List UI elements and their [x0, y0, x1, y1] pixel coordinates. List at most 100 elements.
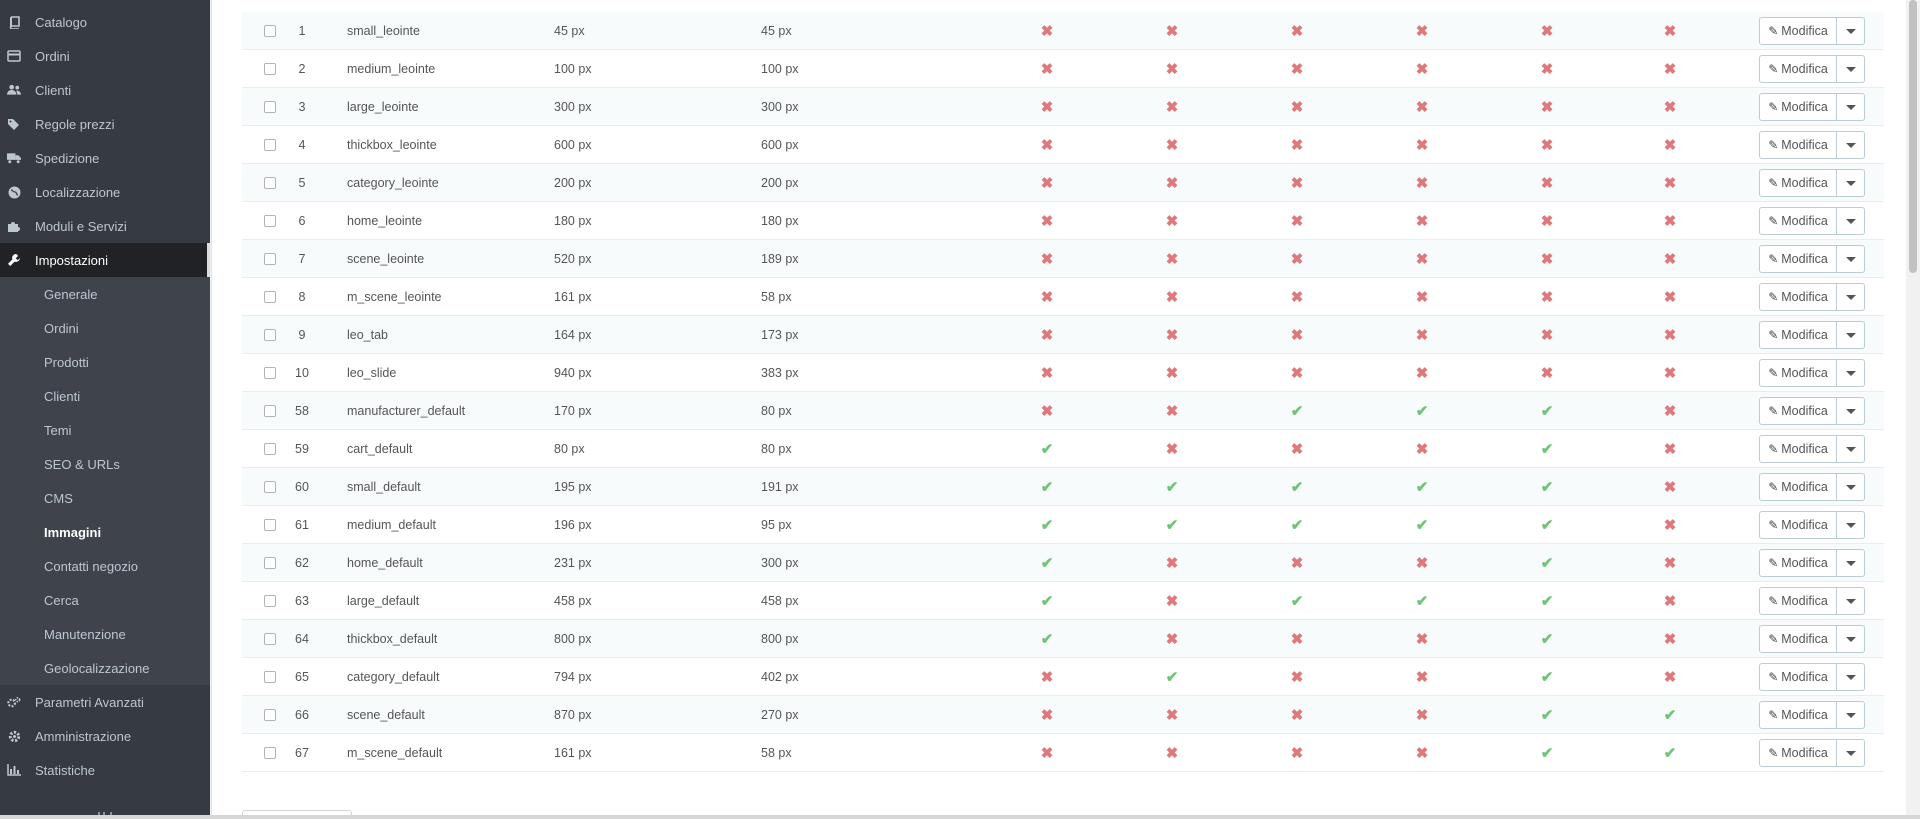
- row-checkbox[interactable]: [264, 215, 276, 227]
- submenu-item-immagini[interactable]: Immagini: [44, 515, 101, 549]
- actions-dropdown-toggle[interactable]: [1837, 245, 1865, 273]
- sidebar-item-regole-prezzi[interactable]: Regole prezzi: [0, 107, 210, 141]
- row-checkbox[interactable]: [264, 253, 276, 265]
- sidebar-item-label: Clienti: [35, 82, 72, 98]
- row-checkbox[interactable]: [264, 291, 276, 303]
- sidebar-item-label: Moduli e Servizi: [35, 218, 127, 234]
- actions-dropdown-toggle[interactable]: [1837, 397, 1865, 425]
- flag-scenes-check-icon: ✔: [1540, 745, 1554, 762]
- row-checkbox[interactable]: [264, 101, 276, 113]
- actions-dropdown-toggle[interactable]: [1837, 435, 1865, 463]
- edit-button[interactable]: ✎ Modifica: [1759, 283, 1837, 311]
- submenu-item-geolocalizzazione[interactable]: Geolocalizzazione: [44, 651, 150, 685]
- cell-id: 7: [298, 252, 306, 266]
- actions-dropdown-toggle[interactable]: [1837, 663, 1865, 691]
- sidebar-item-localizzazione[interactable]: Localizzazione: [0, 175, 210, 209]
- sidebar-item-ordini[interactable]: Ordini: [0, 39, 210, 73]
- edit-button[interactable]: ✎ Modifica: [1759, 245, 1837, 273]
- actions-dropdown-toggle[interactable]: [1837, 321, 1865, 349]
- cell-name: manufacturer_default: [347, 404, 466, 418]
- actions-dropdown-toggle[interactable]: [1837, 511, 1865, 539]
- edit-button[interactable]: ✎ Modifica: [1759, 663, 1837, 691]
- edit-button[interactable]: ✎ Modifica: [1759, 587, 1837, 615]
- actions-dropdown-toggle[interactable]: [1837, 701, 1865, 729]
- actions-dropdown-toggle[interactable]: [1837, 93, 1865, 121]
- actions-dropdown-toggle[interactable]: [1837, 17, 1865, 45]
- row-checkbox[interactable]: [264, 633, 276, 645]
- cell-width: 161 px: [554, 746, 592, 760]
- actions-dropdown-toggle[interactable]: [1837, 283, 1865, 311]
- submenu-item-generale[interactable]: Generale: [44, 277, 97, 311]
- actions-dropdown-toggle[interactable]: [1837, 359, 1865, 387]
- edit-button[interactable]: ✎ Modifica: [1759, 549, 1837, 577]
- horizontal-scrollbar[interactable]: [0, 815, 1920, 819]
- actions-dropdown-toggle[interactable]: [1837, 207, 1865, 235]
- row-checkbox[interactable]: [264, 671, 276, 683]
- row-checkbox[interactable]: [264, 63, 276, 75]
- row-checkbox[interactable]: [264, 443, 276, 455]
- edit-button[interactable]: ✎ Modifica: [1759, 359, 1837, 387]
- submenu-item-clienti[interactable]: Clienti: [44, 379, 80, 413]
- edit-button[interactable]: ✎ Modifica: [1759, 473, 1837, 501]
- edit-button[interactable]: ✎ Modifica: [1759, 169, 1837, 197]
- flag-categories-check-icon: ✔: [1165, 669, 1179, 686]
- edit-button[interactable]: ✎ Modifica: [1759, 511, 1837, 539]
- actions-dropdown-toggle[interactable]: [1837, 131, 1865, 159]
- edit-button[interactable]: ✎ Modifica: [1759, 131, 1837, 159]
- sidebar-item-clienti[interactable]: Clienti: [0, 73, 210, 107]
- submenu-item-ordini[interactable]: Ordini: [44, 311, 79, 345]
- edit-button[interactable]: ✎ Modifica: [1759, 625, 1837, 653]
- row-checkbox[interactable]: [264, 367, 276, 379]
- scrollbar[interactable]: [1906, 0, 1920, 815]
- actions-dropdown-toggle[interactable]: [1837, 587, 1865, 615]
- row-checkbox[interactable]: [264, 329, 276, 341]
- sidebar-item-amministrazione[interactable]: Amministrazione: [0, 719, 210, 753]
- row-checkbox[interactable]: [264, 519, 276, 531]
- sidebar-item-moduli[interactable]: Moduli e Servizi: [0, 209, 210, 243]
- edit-button[interactable]: ✎ Modifica: [1759, 435, 1837, 463]
- flag-manufacturers-cross-icon: ✖: [1290, 23, 1304, 40]
- actions-dropdown-toggle[interactable]: [1837, 473, 1865, 501]
- edit-button[interactable]: ✎ Modifica: [1759, 55, 1837, 83]
- actions-dropdown-toggle[interactable]: [1837, 549, 1865, 577]
- edit-button[interactable]: ✎ Modifica: [1759, 701, 1837, 729]
- row-checkbox[interactable]: [264, 25, 276, 37]
- actions-dropdown-toggle[interactable]: [1837, 55, 1865, 83]
- flag-categories-cross-icon: ✖: [1165, 441, 1179, 458]
- cell-id: 60: [295, 480, 309, 494]
- submenu-item-temi[interactable]: Temi: [44, 413, 71, 447]
- scrollbar-thumb[interactable]: [1909, 0, 1917, 273]
- row-checkbox[interactable]: [264, 747, 276, 759]
- edit-button[interactable]: ✎ Modifica: [1759, 321, 1837, 349]
- flag-stores-cross-icon: ✖: [1663, 137, 1677, 154]
- sidebar-item-catalogo[interactable]: Catalogo: [0, 5, 210, 39]
- sidebar-item-impostazioni[interactable]: Impostazioni: [0, 243, 210, 277]
- edit-button[interactable]: ✎ Modifica: [1759, 93, 1837, 121]
- actions-dropdown-toggle[interactable]: [1837, 625, 1865, 653]
- submenu-item-manutenzione[interactable]: Manutenzione: [44, 617, 126, 651]
- flag-stores-cross-icon: ✖: [1663, 213, 1677, 230]
- sidebar-item-statistiche[interactable]: Statistiche: [0, 753, 210, 787]
- row-checkbox[interactable]: [264, 481, 276, 493]
- sidebar-item-parametri-avanzati[interactable]: Parametri Avanzati: [0, 685, 210, 719]
- submenu-item-cms[interactable]: CMS: [44, 481, 73, 515]
- edit-button[interactable]: ✎ Modifica: [1759, 739, 1837, 767]
- edit-button[interactable]: ✎ Modifica: [1759, 17, 1837, 45]
- row-checkbox[interactable]: [264, 405, 276, 417]
- row-checkbox[interactable]: [264, 177, 276, 189]
- edit-button[interactable]: ✎ Modifica: [1759, 397, 1837, 425]
- cell-width: 45 px: [554, 24, 585, 38]
- sidebar-item-spedizione[interactable]: Spedizione: [0, 141, 210, 175]
- actions-dropdown-toggle[interactable]: [1837, 739, 1865, 767]
- cell-height: 200 px: [761, 176, 799, 190]
- submenu-item-prodotti[interactable]: Prodotti: [44, 345, 89, 379]
- submenu-item-cerca[interactable]: Cerca: [44, 583, 79, 617]
- edit-button[interactable]: ✎ Modifica: [1759, 207, 1837, 235]
- row-checkbox[interactable]: [264, 139, 276, 151]
- submenu-item-seo-urls[interactable]: SEO & URLs: [44, 447, 120, 481]
- row-checkbox[interactable]: [264, 595, 276, 607]
- submenu-item-contatti-negozio[interactable]: Contatti negozio: [44, 549, 138, 583]
- actions-dropdown-toggle[interactable]: [1837, 169, 1865, 197]
- row-checkbox[interactable]: [264, 557, 276, 569]
- row-checkbox[interactable]: [264, 709, 276, 721]
